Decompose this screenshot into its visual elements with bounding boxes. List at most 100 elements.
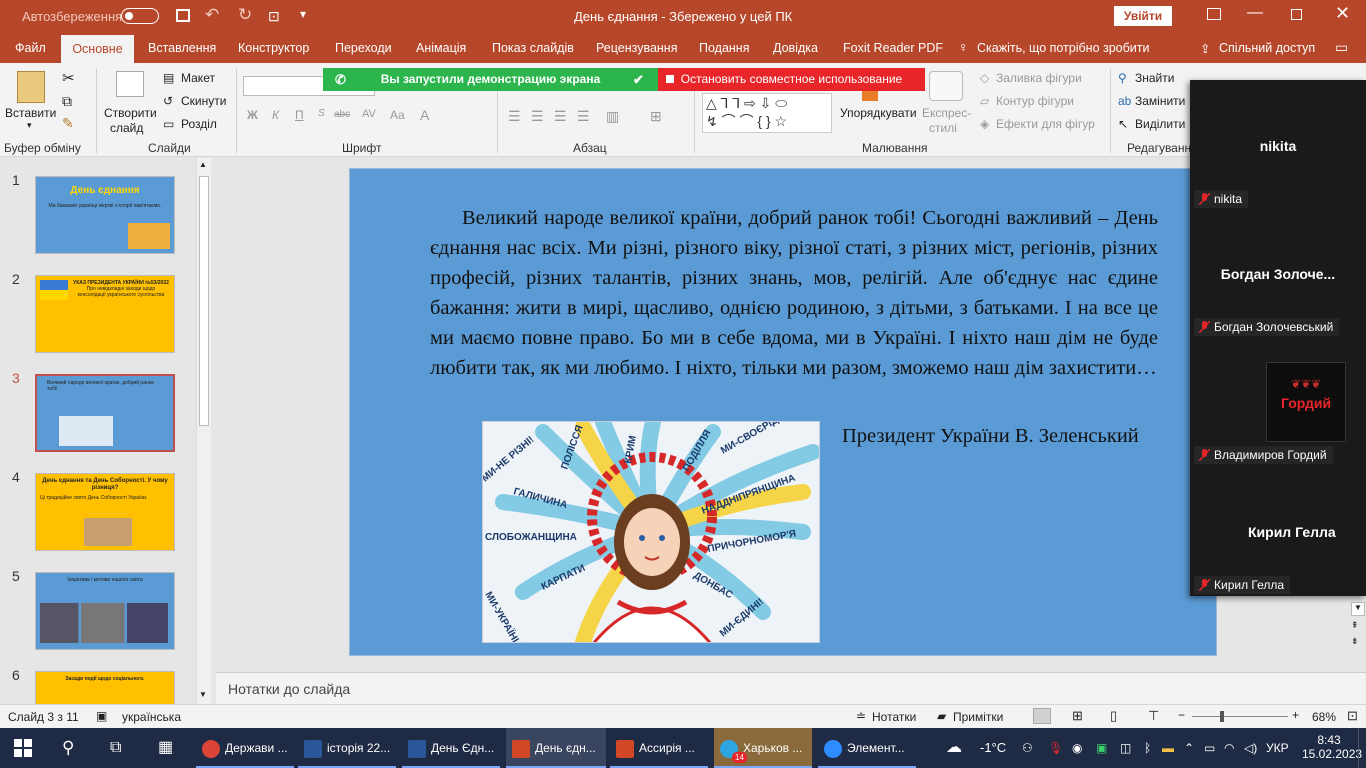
volume-icon[interactable]: ◁) bbox=[1244, 728, 1257, 768]
copy-icon[interactable]: ⧉ bbox=[62, 93, 72, 110]
reading-view-icon[interactable]: ▯ bbox=[1110, 708, 1117, 724]
taskbar-telegram[interactable]: Харьков ... 14 bbox=[714, 728, 812, 768]
shape-effects-button[interactable]: Ефекти для фігур bbox=[996, 117, 1095, 131]
spellcheck-icon[interactable]: ▣ bbox=[96, 709, 107, 723]
section-button[interactable]: Розділ bbox=[181, 117, 217, 131]
close-icon[interactable]: ✕ bbox=[1335, 3, 1350, 24]
align-left-icon[interactable]: ☰ bbox=[508, 108, 521, 125]
clock[interactable]: 8:43 15.02.2023 bbox=[1302, 728, 1362, 768]
taskbar-ppt-unity-active[interactable]: День єдн... bbox=[506, 728, 606, 768]
cut-icon[interactable]: ✂ bbox=[62, 69, 75, 87]
start-button[interactable] bbox=[14, 728, 34, 768]
tab-review[interactable]: Рецензування bbox=[596, 41, 677, 55]
slideshow-icon[interactable]: ⊡ bbox=[268, 8, 280, 25]
tray-folder-icon[interactable]: ▬ bbox=[1162, 728, 1174, 768]
columns-icon[interactable]: ▥ bbox=[606, 108, 619, 125]
people-icon[interactable]: ⚇ bbox=[1022, 728, 1033, 768]
slideshow-view-icon[interactable]: ⊤ bbox=[1148, 708, 1159, 724]
customize-qat-icon[interactable]: ▾ bbox=[300, 7, 306, 21]
normal-view-icon[interactable] bbox=[1033, 708, 1051, 724]
zoom-out-icon[interactable]: − bbox=[1178, 708, 1185, 722]
tab-design[interactable]: Конструктор bbox=[238, 41, 309, 55]
tab-file[interactable]: Файл bbox=[15, 41, 46, 55]
italic-button[interactable]: К bbox=[272, 108, 279, 122]
slide-thumbnail-4[interactable]: День єднання та День Соборності. У чому … bbox=[35, 473, 175, 551]
share-button[interactable]: Спільний доступ bbox=[1219, 41, 1315, 55]
tray-icon[interactable]: ◫ bbox=[1120, 728, 1131, 768]
zoom-percent[interactable]: 68% bbox=[1312, 710, 1336, 724]
show-desktop-button[interactable] bbox=[1358, 728, 1364, 768]
justify-icon[interactable]: ☰ bbox=[577, 108, 590, 125]
taskbar-ppt-assyria[interactable]: Ассирія ... bbox=[610, 728, 708, 768]
align-center-icon[interactable]: ☰ bbox=[531, 108, 544, 125]
quick-styles-icon[interactable] bbox=[929, 71, 963, 101]
zoom-slider-thumb[interactable] bbox=[1220, 711, 1224, 722]
shape-outline-button[interactable]: Контур фігури bbox=[996, 94, 1074, 108]
task-view-icon[interactable]: ⧉ bbox=[110, 728, 121, 768]
tray-app-icon[interactable]: ▣ bbox=[1096, 728, 1107, 768]
spacing-button[interactable]: AV bbox=[362, 108, 376, 120]
slide-thumbnail-2[interactable]: УКАЗ ПРЕЗИДЕНТА УКРАЇНИ №53/2022 Про нев… bbox=[35, 275, 175, 353]
zoom-slider[interactable] bbox=[1192, 716, 1288, 717]
scroll-down-icon[interactable]: ▼ bbox=[199, 690, 207, 699]
bold-button[interactable]: Ж bbox=[247, 108, 258, 122]
taskbar-word-history[interactable]: історія 22... bbox=[298, 728, 396, 768]
new-slide-icon[interactable] bbox=[116, 71, 144, 97]
comments-icon[interactable]: ▭ bbox=[1335, 39, 1348, 56]
shapes-gallery[interactable]: △ ⅂ ⅂ ⇨ ⇩ ⬭ ↯ ⌒ ⌒ { } ☆ bbox=[702, 93, 832, 133]
slide-thumbnail-5[interactable]: Ініціатива і мотиви нашого свята bbox=[35, 572, 175, 650]
comments-toggle[interactable]: Примітки bbox=[953, 710, 1003, 724]
tab-help[interactable]: Довідка bbox=[773, 41, 818, 55]
wifi-icon[interactable]: ◠ bbox=[1224, 728, 1234, 768]
paste-button[interactable]: Вставити bbox=[5, 106, 56, 120]
participant-tile-4[interactable]: Кирил Гелла Кирил Гелла bbox=[1190, 468, 1366, 594]
participant-tile-1[interactable]: nikita nikita bbox=[1190, 80, 1366, 208]
weather-temp[interactable]: -1°C bbox=[980, 728, 1006, 768]
slide-thumbnail-3-selected[interactable]: Великий народе великої країни, добрий ра… bbox=[35, 374, 175, 452]
shape-fill-button[interactable]: Заливка фігури bbox=[996, 71, 1082, 85]
paste-icon[interactable] bbox=[17, 71, 45, 103]
scroll-up-icon[interactable]: ▲ bbox=[199, 160, 207, 169]
tell-me-search[interactable]: Скажіть, що потрібно зробити bbox=[977, 41, 1150, 55]
bluetooth-icon[interactable]: ᛒ bbox=[1144, 728, 1151, 768]
slide-body-text[interactable]: Великий народе великої країни, добрий ра… bbox=[430, 203, 1158, 383]
tab-transitions[interactable]: Переходи bbox=[335, 41, 392, 55]
find-button[interactable]: Знайти bbox=[1135, 71, 1174, 85]
restore-icon[interactable] bbox=[1291, 9, 1302, 20]
participant-tile-3[interactable]: ❦❦❦ Гордий Владимиров Гордий bbox=[1190, 340, 1366, 464]
case-button[interactable]: Aa bbox=[390, 108, 405, 122]
new-slide-button[interactable]: Створити bbox=[104, 106, 157, 120]
layout-button[interactable]: Макет bbox=[181, 71, 215, 85]
stop-share-button[interactable]: Остановить совместное использование bbox=[658, 68, 925, 91]
minimize-icon[interactable]: — bbox=[1247, 4, 1263, 22]
taskbar-chrome[interactable]: Держави ... bbox=[196, 728, 294, 768]
slide-canvas[interactable]: Великий народе великої країни, добрий ра… bbox=[349, 168, 1217, 656]
align-right-icon[interactable]: ☰ bbox=[554, 108, 567, 125]
notes-toggle[interactable]: Нотатки bbox=[872, 710, 916, 724]
signin-button[interactable]: Увійти bbox=[1114, 6, 1172, 26]
prev-slide-icon[interactable]: ⇞ bbox=[1351, 620, 1359, 631]
input-language[interactable]: УКР bbox=[1266, 728, 1289, 768]
mic-icon[interactable]: 🎙 bbox=[1048, 728, 1063, 768]
tab-insert[interactable]: Вставлення bbox=[148, 41, 216, 55]
notes-placeholder[interactable]: Нотатки до слайда bbox=[228, 681, 350, 697]
replace-button[interactable]: Замінити bbox=[1135, 94, 1185, 108]
undo-icon[interactable]: ↶ bbox=[205, 5, 219, 25]
underline-button[interactable]: П bbox=[295, 108, 304, 122]
shadow-button[interactable]: S bbox=[318, 108, 325, 119]
scroll-down-arrow-icon[interactable]: ▼ bbox=[1351, 602, 1365, 616]
search-icon[interactable]: ⚲ bbox=[62, 728, 74, 768]
tab-home[interactable]: Основне bbox=[61, 35, 134, 63]
strikethrough-button[interactable]: abc bbox=[334, 109, 350, 120]
taskbar-word-unity[interactable]: День Єдн... bbox=[402, 728, 500, 768]
format-painter-icon[interactable]: ✎ bbox=[62, 115, 74, 132]
sorter-view-icon[interactable]: ⊞ bbox=[1072, 708, 1083, 724]
participant-tile-2[interactable]: Богдан Золоче... Богдан Золочевський bbox=[1190, 212, 1366, 336]
tab-animation[interactable]: Анімація bbox=[416, 41, 466, 55]
weather-icon[interactable]: ☁ bbox=[946, 728, 962, 768]
tab-slideshow[interactable]: Показ слайдів bbox=[492, 41, 574, 55]
show-hidden-icons[interactable]: ⌃ bbox=[1184, 728, 1194, 768]
fit-slide-icon[interactable]: ⊡ bbox=[1347, 708, 1358, 724]
calculator-icon[interactable]: ▦ bbox=[158, 728, 173, 768]
slide-author-text[interactable]: Президент України В. Зеленський bbox=[842, 425, 1139, 448]
